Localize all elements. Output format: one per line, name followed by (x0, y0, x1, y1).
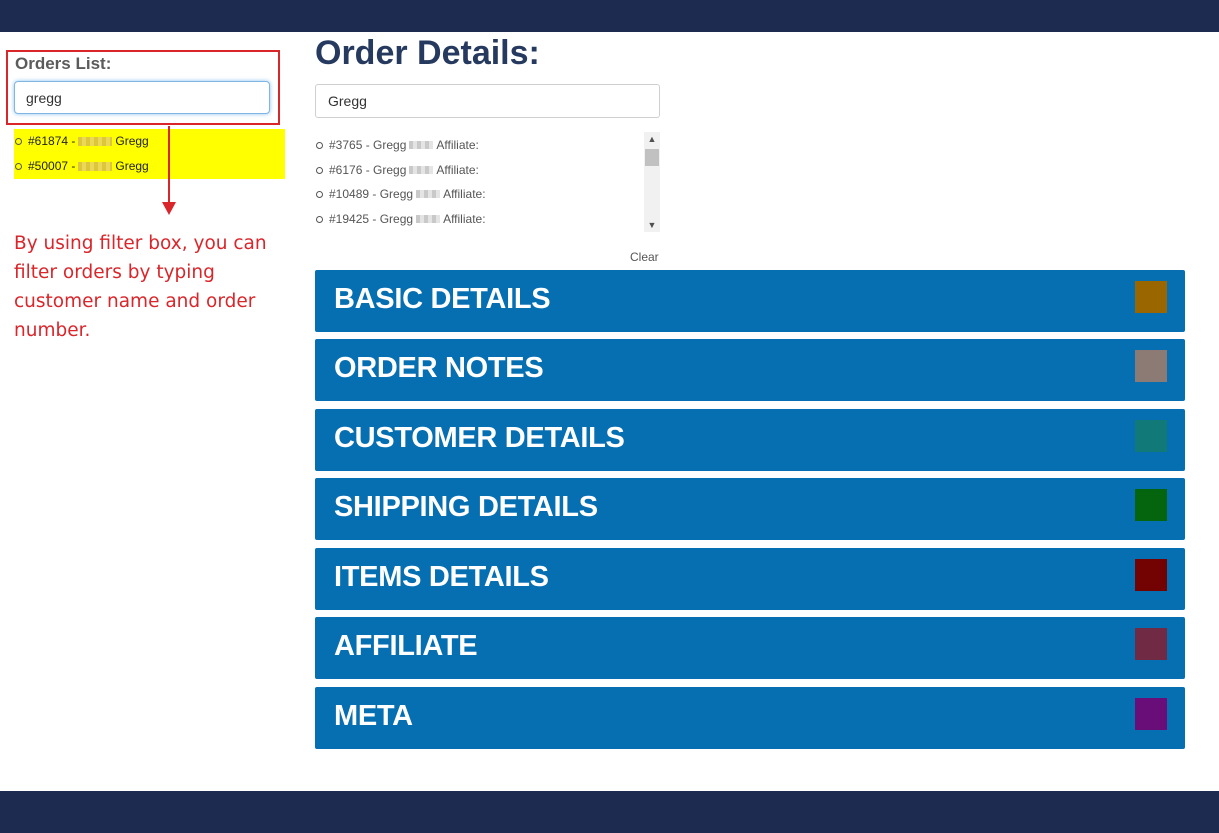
clear-button[interactable]: Clear (630, 250, 659, 264)
color-swatch (1135, 350, 1167, 382)
section-meta[interactable]: META (315, 687, 1185, 749)
scrollbar-thumb[interactable] (645, 149, 659, 166)
order-label: #19425 - Gregg (329, 212, 414, 226)
bullet-icon (316, 141, 323, 149)
section-title: ORDER NOTES (334, 352, 544, 384)
arrow-down-icon (162, 202, 176, 215)
chevron-up-icon[interactable]: ▲ (644, 132, 660, 146)
color-swatch (1135, 489, 1167, 521)
list-item[interactable]: #61874 - Gregg (14, 131, 149, 151)
redacted-name (409, 141, 434, 149)
list-item[interactable]: #10489 - Gregg Affiliate: (315, 184, 486, 204)
section-title: SHIPPING DETAILS (334, 491, 598, 523)
section-title: CUSTOMER DETAILS (334, 422, 625, 454)
list-item[interactable]: #50007 - Gregg (14, 156, 149, 176)
affiliate-label: Affiliate: (443, 187, 486, 201)
order-number: #50007 - (28, 159, 76, 173)
customer-name: Gregg (115, 134, 149, 148)
affiliate-label: Affiliate: (436, 163, 479, 177)
order-label: #6176 - Gregg (329, 163, 407, 177)
section-affiliate[interactable]: AFFILIATE (315, 617, 1185, 679)
chevron-down-icon[interactable]: ▼ (644, 218, 660, 232)
redacted-name (416, 215, 441, 223)
list-item[interactable]: #3765 - Gregg Affiliate: (315, 135, 479, 155)
redacted-name (78, 136, 113, 146)
orders-filter-input[interactable] (14, 81, 270, 114)
customer-name: Gregg (115, 159, 149, 173)
section-title: AFFILIATE (334, 630, 478, 662)
color-swatch (1135, 628, 1167, 660)
top-bar (0, 0, 1219, 32)
section-shipping-details[interactable]: SHIPPING DETAILS (315, 478, 1185, 540)
order-number: #61874 - (28, 134, 76, 148)
section-items-details[interactable]: ITEMS DETAILS (315, 548, 1185, 610)
redacted-name (78, 161, 113, 171)
bullet-icon (15, 162, 22, 170)
list-scrollbar[interactable]: ▲ ▼ (644, 132, 660, 232)
bullet-icon (15, 137, 22, 145)
orders-list-label: Orders List: (15, 54, 112, 73)
affiliate-label: Affiliate: (436, 138, 479, 152)
section-title: META (334, 700, 413, 732)
color-swatch (1135, 281, 1167, 313)
annotation-arrow (168, 126, 170, 204)
section-title: BASIC DETAILS (334, 283, 551, 315)
color-swatch (1135, 698, 1167, 730)
list-item[interactable]: #19425 - Gregg Affiliate: (315, 209, 486, 229)
order-search-input[interactable] (315, 84, 660, 118)
footer-bar (0, 791, 1219, 833)
bullet-icon (316, 215, 323, 223)
list-item[interactable]: #6176 - Gregg Affiliate: (315, 160, 479, 180)
page-title: Order Details: (315, 34, 540, 72)
annotation-text: By using filter box, you can filter orde… (14, 233, 267, 341)
order-label: #10489 - Gregg (329, 187, 414, 201)
redacted-name (416, 190, 441, 198)
section-title: ITEMS DETAILS (334, 561, 549, 593)
color-swatch (1135, 559, 1167, 591)
section-customer-details[interactable]: CUSTOMER DETAILS (315, 409, 1185, 471)
section-order-notes[interactable]: ORDER NOTES (315, 339, 1185, 401)
section-basic-details[interactable]: BASIC DETAILS (315, 270, 1185, 332)
color-swatch (1135, 420, 1167, 452)
affiliate-label: Affiliate: (443, 212, 486, 226)
redacted-name (409, 166, 434, 174)
bullet-icon (316, 166, 323, 174)
order-details-list: #3765 - Gregg Affiliate: #6176 - Gregg A… (315, 131, 660, 232)
bullet-icon (316, 190, 323, 198)
orders-results-list: #61874 - Gregg #50007 - Gregg (14, 129, 285, 179)
order-label: #3765 - Gregg (329, 138, 407, 152)
